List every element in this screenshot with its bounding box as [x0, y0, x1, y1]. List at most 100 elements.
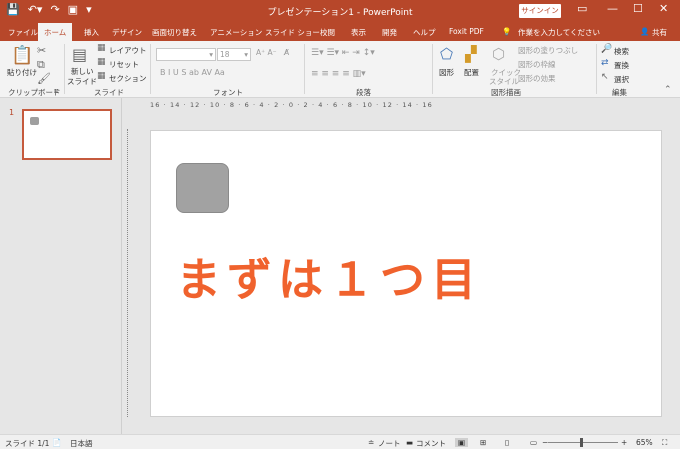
section-icon: ▦ — [97, 71, 106, 81]
zoom-slider[interactable] — [548, 438, 618, 447]
reading-view-icon[interactable]: ▯ — [505, 438, 509, 447]
list-buttons[interactable]: ☰▾ ☰▾ ⇤ ⇥ ↕▾ — [311, 48, 375, 58]
lightbulb-icon: 💡 — [502, 27, 512, 36]
rounded-rectangle-shape[interactable] — [176, 163, 229, 213]
vertical-ruler[interactable] — [127, 129, 137, 417]
tab-slideshow[interactable]: スライド ショー — [265, 27, 320, 38]
drawing-group-label: 図形描画 — [491, 88, 521, 97]
font-format-buttons[interactable]: B I U S ab AV Aa — [160, 68, 225, 77]
share-button[interactable]: 共有 — [652, 27, 667, 38]
font-group-label: フォント — [213, 88, 243, 97]
layout-icon: ▦ — [97, 43, 106, 53]
tab-transitions[interactable]: 画面切り替え — [152, 27, 197, 38]
slide-sorter-icon[interactable]: ⊞ — [480, 438, 486, 447]
language-indicator[interactable]: 日本語 — [70, 438, 93, 449]
paste-label[interactable]: 貼り付け — [7, 67, 37, 78]
cut-icon[interactable]: ✂ — [37, 44, 46, 57]
slide-thumbnail-pane: 1 — [0, 98, 122, 434]
shape-outline-button[interactable]: 図形の枠線 — [518, 59, 556, 70]
ribbon: 📋 貼り付け ✂ ⧉ 🖌 クリップボード ⧄ ▤ 新しい スライド ▦ レイアウ… — [0, 41, 680, 98]
section-button[interactable]: セクション — [109, 73, 147, 84]
shapes-icon[interactable]: ⬠ — [440, 45, 453, 63]
tab-help[interactable]: ヘルプ — [413, 27, 436, 38]
horizontal-ruler[interactable]: 16 · 14 · 12 · 10 · 8 · 6 · 4 · 2 · 0 · … — [150, 101, 662, 111]
zoom-in-icon[interactable]: + — [621, 438, 627, 447]
replace-button[interactable]: 置換 — [614, 60, 629, 71]
tab-view[interactable]: 表示 — [351, 27, 366, 38]
paragraph-group-label: 段落 — [356, 88, 371, 97]
new-slide-icon[interactable]: ▤ — [72, 45, 87, 64]
thumbnail-shape — [30, 117, 39, 125]
paste-icon[interactable]: 📋 — [11, 45, 33, 66]
share-icon[interactable]: 👤 — [640, 27, 649, 36]
zoom-slider-handle[interactable] — [580, 438, 583, 447]
quick-styles-label-2[interactable]: スタイル — [489, 76, 519, 87]
divider — [304, 44, 305, 94]
font-size-select[interactable]: 18 ▾ — [217, 48, 251, 61]
align-buttons[interactable]: ≡ ≡ ≡ ≡ ▥▾ — [311, 69, 366, 79]
tab-review[interactable]: 校閲 — [320, 27, 335, 38]
collapse-ribbon-icon[interactable]: ⌃ — [664, 85, 672, 95]
comments-icon: ▬ — [406, 438, 414, 447]
signin-button[interactable]: サインイン — [519, 4, 561, 18]
tab-design[interactable]: デザイン — [112, 27, 142, 38]
format-painter-icon[interactable]: 🖌 — [37, 72, 51, 85]
fit-to-window-icon[interactable]: ⛶ — [662, 438, 667, 448]
tab-insert[interactable]: 挿入 — [84, 27, 99, 38]
tab-animations[interactable]: アニメーション — [210, 27, 262, 38]
slides-group-label: スライド — [94, 88, 124, 97]
chevron-down-icon: ▾ — [209, 50, 213, 59]
editing-group-label: 編集 — [612, 88, 627, 97]
copy-icon[interactable]: ⧉ — [37, 58, 45, 72]
tab-home[interactable]: ホーム — [38, 23, 73, 41]
status-bar: スライド 1/1 📄 日本語 ≐ ノート ▬ コメント ▣ ⊞ ▯ ▭ − + … — [0, 434, 680, 449]
divider — [596, 44, 597, 94]
ruler-ticks: 16 · 14 · 12 · 10 · 8 · 6 · 4 · 2 · 0 · … — [150, 101, 433, 109]
clipboard-launcher-icon[interactable]: ⧄ — [54, 87, 58, 96]
spellcheck-icon[interactable]: 📄 — [52, 438, 61, 447]
workspace: 1 16 · 14 · 12 · 10 · 8 · 6 · 4 · 2 · 0 … — [0, 98, 680, 434]
normal-view-icon[interactable]: ▣ — [455, 438, 469, 447]
divider — [150, 44, 151, 94]
arrange-icon[interactable]: ▞ — [465, 45, 477, 63]
find-icon: 🔎 — [601, 44, 613, 54]
clear-format-icon[interactable]: A̸ — [284, 48, 289, 57]
arrange-button[interactable]: 配置 — [464, 67, 479, 78]
slide-number: 1 — [9, 108, 15, 117]
divider — [432, 44, 433, 94]
slide-text[interactable]: まずは１つ目 — [176, 243, 482, 308]
slide-canvas[interactable]: まずは１つ目 — [150, 130, 662, 417]
tab-file[interactable]: ファイル — [8, 27, 38, 38]
notes-icon: ≐ — [368, 438, 375, 447]
zoom-level[interactable]: 65% — [636, 438, 653, 447]
shape-effects-button[interactable]: 図形の効果 — [518, 73, 556, 84]
tab-foxit-pdf[interactable]: Foxit PDF — [449, 27, 484, 36]
select-button[interactable]: 選択 — [614, 74, 629, 85]
reset-icon: ▦ — [97, 57, 106, 67]
comments-button[interactable]: コメント — [416, 438, 446, 449]
minimize-icon[interactable]: — — [607, 2, 618, 15]
tab-developer[interactable]: 開発 — [382, 27, 397, 38]
tell-me-search[interactable]: 作業を入力してください — [518, 27, 600, 38]
new-slide-label-2[interactable]: スライド — [67, 76, 97, 87]
shape-fill-button[interactable]: 図形の塗りつぶし — [518, 45, 578, 56]
ribbon-tabs: ファイル ホーム 挿入 デザイン 画面切り替え アニメーション スライド ショー… — [0, 22, 680, 41]
font-name-select[interactable]: ▾ — [156, 48, 216, 61]
layout-button[interactable]: レイアウト — [109, 45, 147, 56]
title-bar: 💾 ↶▾ ↷ ▣ ▾ プレゼンテーション1 - PowerPoint サインイン… — [0, 0, 680, 22]
ribbon-display-icon[interactable]: ▭ — [577, 2, 587, 15]
replace-icon: ⇄ — [601, 58, 609, 68]
grow-font-icon[interactable]: A⁺ A⁻ — [256, 48, 277, 57]
clipboard-group-label: クリップボード — [8, 88, 61, 97]
select-icon: ↖ — [601, 72, 609, 82]
notes-button[interactable]: ノート — [378, 438, 401, 449]
close-icon[interactable]: ✕ — [659, 2, 668, 15]
reset-button[interactable]: リセット — [109, 59, 139, 70]
slide-thumbnail[interactable] — [22, 109, 112, 160]
slideshow-icon[interactable]: ▭ — [530, 438, 537, 447]
maximize-icon[interactable]: ☐ — [633, 2, 643, 15]
find-button[interactable]: 検索 — [614, 46, 629, 57]
divider — [64, 44, 65, 94]
quick-styles-icon[interactable]: ⬡ — [492, 45, 505, 63]
shapes-button[interactable]: 図形 — [439, 67, 454, 78]
